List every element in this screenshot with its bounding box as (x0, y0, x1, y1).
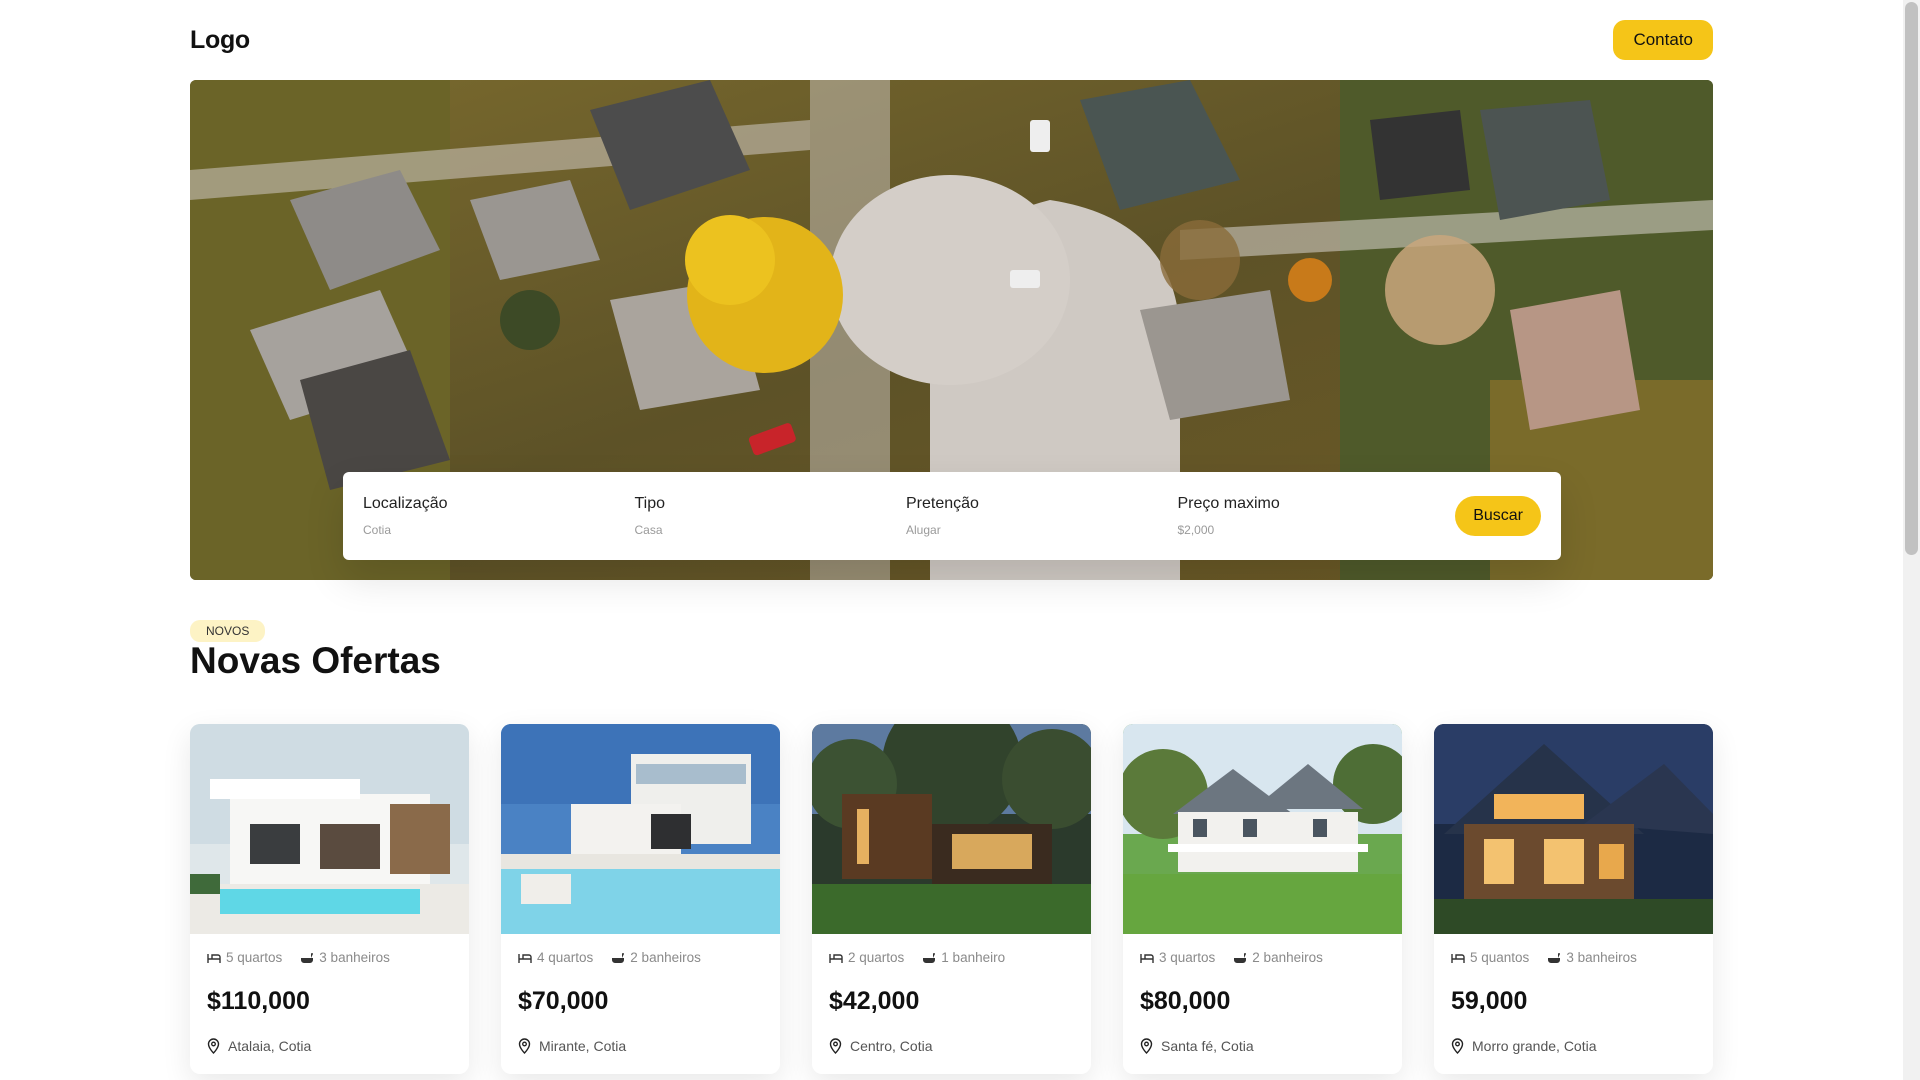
rooms-count: 3 quartos (1159, 950, 1216, 965)
location-label: Localização (363, 495, 448, 512)
property-card[interactable]: 5 quartos 3 banheiros $110,000 Atalaia, … (190, 724, 469, 1074)
baths-info: 2 banheiros (1233, 950, 1323, 965)
map-pin-icon (207, 1038, 220, 1054)
logo[interactable]: Logo (190, 26, 250, 55)
location-value[interactable]: Cotia (363, 523, 635, 537)
location-text: Mirante, Cotia (539, 1038, 627, 1054)
bed-icon (829, 953, 843, 963)
bathtub-icon (1548, 952, 1561, 963)
baths-count: 3 banheiros (1566, 950, 1637, 965)
baths-count: 2 banheiros (630, 950, 701, 965)
baths-info: 1 banheiro (922, 950, 1005, 965)
map-pin-icon (1451, 1038, 1464, 1054)
property-card[interactable]: 2 quartos 1 banheiro $42,000 Centro, Cot… (812, 724, 1091, 1074)
location: Mirante, Cotia (518, 1038, 763, 1054)
type-value[interactable]: Casa (635, 523, 907, 537)
price: $110,000 (207, 987, 310, 1015)
type-field[interactable]: Tipo Casa (635, 495, 907, 537)
property-card[interactable]: 5 quantos 3 banheiros 59,000 Morro grand… (1434, 724, 1713, 1074)
baths-info: 3 banheiros (1547, 950, 1637, 965)
intention-value[interactable]: Alugar (906, 523, 1178, 537)
property-card[interactable]: 4 quartos 2 banheiros $70,000 Mirante, C… (501, 724, 780, 1074)
location-text: Morro grande, Cotia (1472, 1038, 1597, 1054)
property-image (812, 724, 1091, 934)
type-label: Tipo (634, 495, 666, 512)
max-price-value[interactable]: $2,000 (1178, 523, 1450, 537)
rooms-info: 2 quartos (829, 950, 904, 965)
bathtub-icon (1234, 952, 1247, 963)
rooms-info: 5 quantos (1451, 950, 1529, 965)
new-badge: NOVOS (190, 620, 266, 642)
baths-info: 3 banheiros (300, 950, 390, 965)
bathtub-icon (923, 952, 936, 963)
location: Santa fé, Cotia (1140, 1038, 1385, 1054)
baths-info: 2 banheiros (611, 950, 701, 965)
bathtub-icon (612, 952, 625, 963)
property-image (501, 724, 780, 934)
intention-field[interactable]: Pretenção Alugar (906, 495, 1178, 537)
location-text: Santa fé, Cotia (1161, 1038, 1254, 1054)
bathtub-icon (301, 952, 314, 963)
location: Centro, Cotia (829, 1038, 1074, 1054)
max-price-field[interactable]: Preço maximo $2,000 (1178, 495, 1450, 537)
map-pin-icon (829, 1038, 842, 1054)
bed-icon (518, 953, 532, 963)
section-title: Novas Ofertas (190, 640, 441, 681)
property-card[interactable]: 3 quartos 2 banheiros $80,000 Santa fé, … (1123, 724, 1402, 1074)
price: $42,000 (829, 987, 920, 1015)
offers-list: 5 quartos 3 banheiros $110,000 Atalaia, … (190, 724, 1713, 1074)
intention-label: Pretenção (906, 495, 979, 512)
rooms-info: 5 quartos (207, 950, 282, 965)
contact-button[interactable]: Contato (1613, 20, 1713, 60)
search-bar: Localização Cotia Tipo Casa Pretenção Al… (343, 472, 1561, 560)
baths-count: 2 banheiros (1252, 950, 1323, 965)
rooms-count: 5 quartos (226, 950, 283, 965)
property-image (190, 724, 469, 934)
rooms-count: 2 quartos (848, 950, 905, 965)
price: $70,000 (518, 987, 609, 1015)
location-field[interactable]: Localização Cotia (363, 495, 635, 537)
price: $80,000 (1140, 987, 1231, 1015)
bed-icon (1451, 953, 1465, 963)
rooms-info: 3 quartos (1140, 950, 1215, 965)
map-pin-icon (1140, 1038, 1153, 1054)
bed-icon (1140, 953, 1154, 963)
location: Atalaia, Cotia (207, 1038, 452, 1054)
scrollbar-thumb[interactable] (1905, 2, 1918, 555)
price: 59,000 (1451, 987, 1528, 1015)
property-image (1123, 724, 1402, 934)
rooms-count: 4 quartos (537, 950, 594, 965)
max-price-label: Preço maximo (1177, 495, 1280, 512)
location-text: Atalaia, Cotia (228, 1038, 312, 1054)
bed-icon (207, 953, 221, 963)
rooms-count: 5 quantos (1470, 950, 1530, 965)
baths-count: 3 banheiros (319, 950, 390, 965)
baths-count: 1 banheiro (941, 950, 1006, 965)
site-header: Logo Contato (190, 20, 1713, 60)
location: Morro grande, Cotia (1451, 1038, 1696, 1054)
property-image (1434, 724, 1713, 934)
search-button[interactable]: Buscar (1455, 496, 1541, 536)
map-pin-icon (518, 1038, 531, 1054)
location-text: Centro, Cotia (850, 1038, 933, 1054)
rooms-info: 4 quartos (518, 950, 593, 965)
